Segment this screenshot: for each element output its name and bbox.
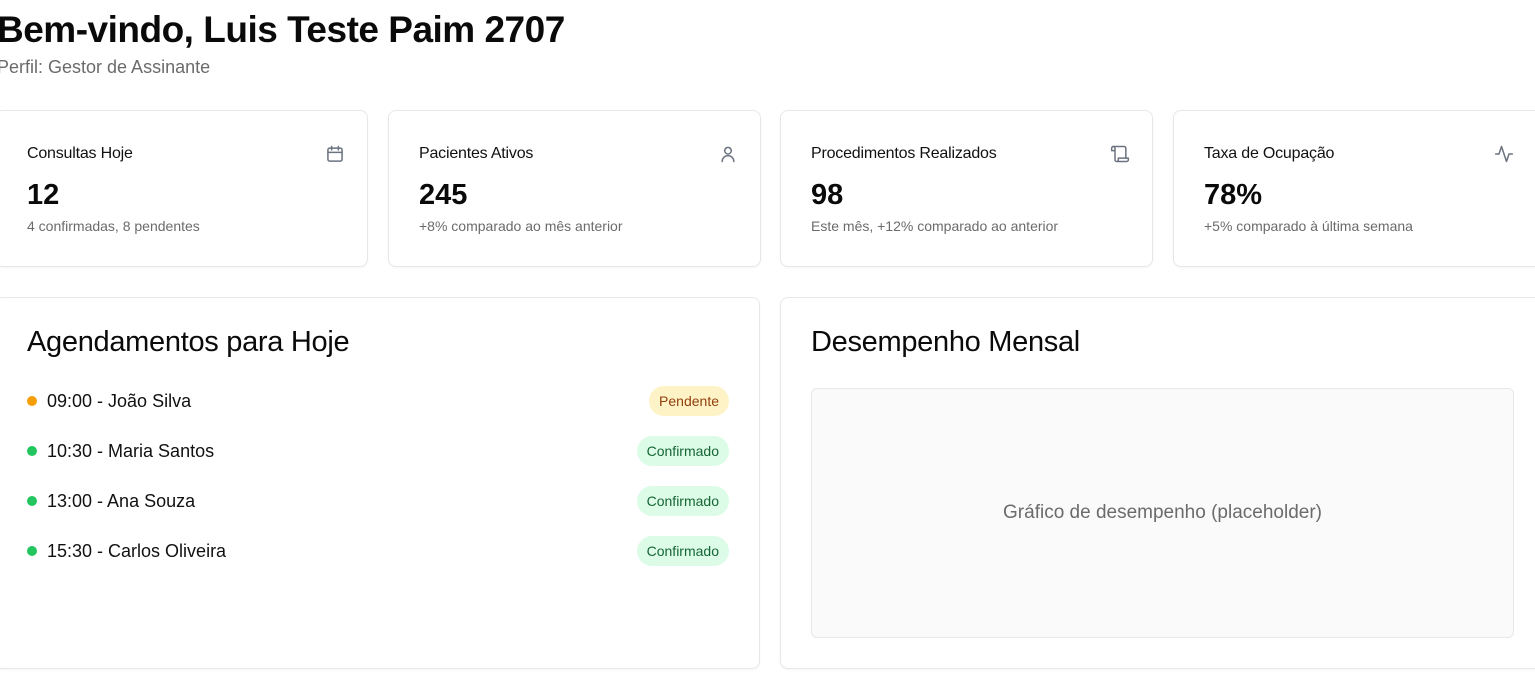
status-dot xyxy=(27,396,37,406)
status-dot xyxy=(27,496,37,506)
user-icon xyxy=(718,144,738,164)
appointment-item[interactable]: 10:30 - Maria Santos Confirmado xyxy=(27,436,729,486)
stat-description: 4 confirmadas, 8 pendentes xyxy=(27,218,200,234)
status-badge: Confirmado xyxy=(636,536,729,566)
stat-description: +8% comparado ao mês anterior xyxy=(419,218,623,234)
appointment-item[interactable]: 09:00 - João Silva Pendente xyxy=(27,386,729,436)
status-badge: Pendente xyxy=(649,386,729,416)
appointments-list: 09:00 - João Silva Pendente 10:30 - Mari… xyxy=(27,386,729,586)
status-dot xyxy=(27,546,37,556)
appointment-item[interactable]: 13:00 - Ana Souza Confirmado xyxy=(27,486,729,536)
status-badge: Confirmado xyxy=(636,486,729,516)
stat-card-consultas: Consultas Hoje 12 4 confirmadas, 8 pende… xyxy=(0,110,368,267)
stat-value: 78% xyxy=(1204,179,1263,211)
calendar-icon xyxy=(325,144,345,164)
stat-card-ocupacao: Taxa de Ocupação 78% +5% comparado à últ… xyxy=(1173,110,1535,267)
stat-title: Pacientes Ativos xyxy=(419,145,534,162)
profile-subtitle: Perfil: Gestor de Assinante xyxy=(0,57,211,77)
stat-title: Taxa de Ocupação xyxy=(1204,145,1335,162)
stat-title: Procedimentos Realizados xyxy=(811,145,997,162)
appointments-title: Agendamentos para Hoje xyxy=(27,326,350,358)
appointment-label: 13:00 - Ana Souza xyxy=(47,491,196,511)
status-badge: Confirmado xyxy=(636,436,729,466)
appointment-item[interactable]: 15:30 - Carlos Oliveira Confirmado xyxy=(27,536,729,586)
stat-value: 245 xyxy=(419,179,468,211)
activity-icon xyxy=(1494,144,1514,164)
stat-value: 12 xyxy=(27,179,60,211)
appointment-label: 09:00 - João Silva xyxy=(47,391,192,411)
stat-card-procedimentos: Procedimentos Realizados 98 Este mês, +1… xyxy=(780,110,1153,267)
stat-card-pacientes: Pacientes Ativos 245 +8% comparado ao mê… xyxy=(388,110,761,267)
appointments-panel: Agendamentos para Hoje 09:00 - João Silv… xyxy=(0,297,760,669)
status-dot xyxy=(27,446,37,456)
stat-description: +5% comparado à última semana xyxy=(1204,218,1413,234)
performance-panel: Desempenho Mensal Gráfico de desempenho … xyxy=(780,297,1535,669)
chart-placeholder-box: Gráfico de desempenho (placeholder) xyxy=(811,388,1514,638)
stat-title: Consultas Hoje xyxy=(27,145,133,162)
chart-placeholder-text: Gráfico de desempenho (placeholder) xyxy=(1003,502,1322,523)
performance-title: Desempenho Mensal xyxy=(811,326,1080,358)
appointment-label: 10:30 - Maria Santos xyxy=(47,441,215,461)
stat-value: 98 xyxy=(811,179,844,211)
stat-description: Este mês, +12% comparado ao anterior xyxy=(811,218,1059,234)
page-title: Bem-vindo, Luis Teste Paim 2707 xyxy=(0,9,565,50)
appointment-label: 15:30 - Carlos Oliveira xyxy=(47,541,227,561)
scroll-icon xyxy=(1110,144,1130,164)
dashboard-page: Bem-vindo, Luis Teste Paim 2707 Perfil: … xyxy=(0,0,1535,680)
